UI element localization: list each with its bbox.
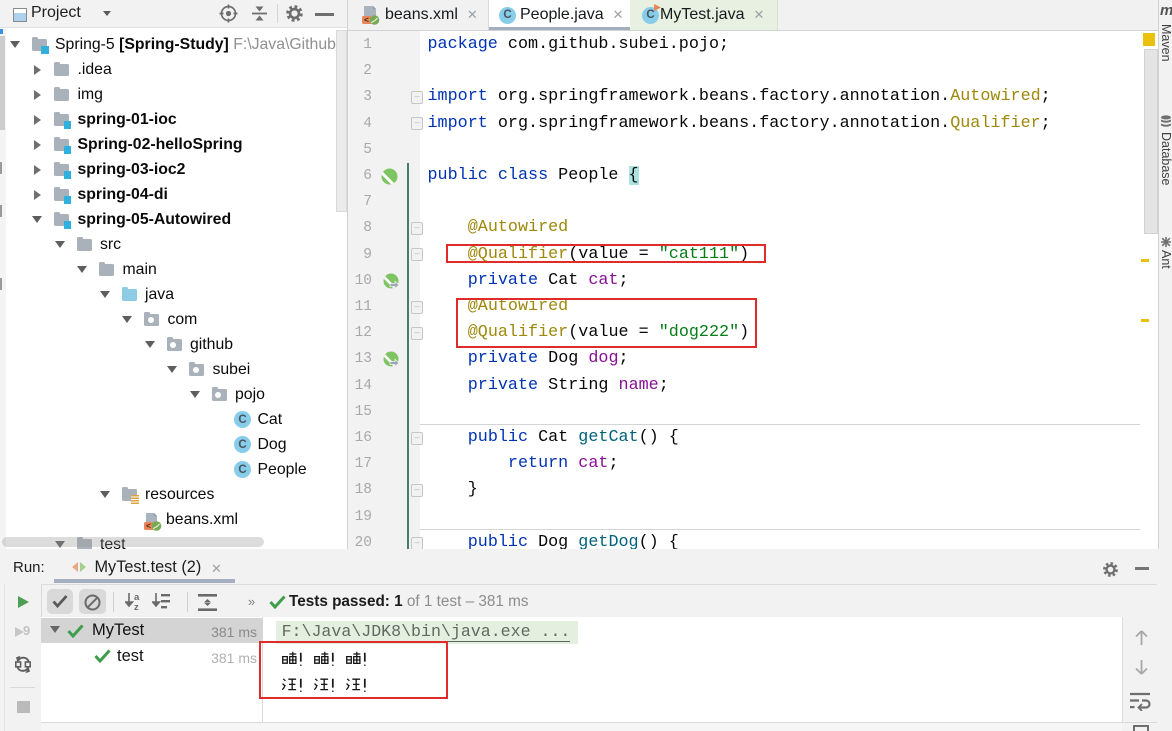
svg-text:<: < [146, 520, 151, 530]
svg-text:z: z [134, 602, 139, 611]
svg-text:<: < [364, 15, 369, 25]
